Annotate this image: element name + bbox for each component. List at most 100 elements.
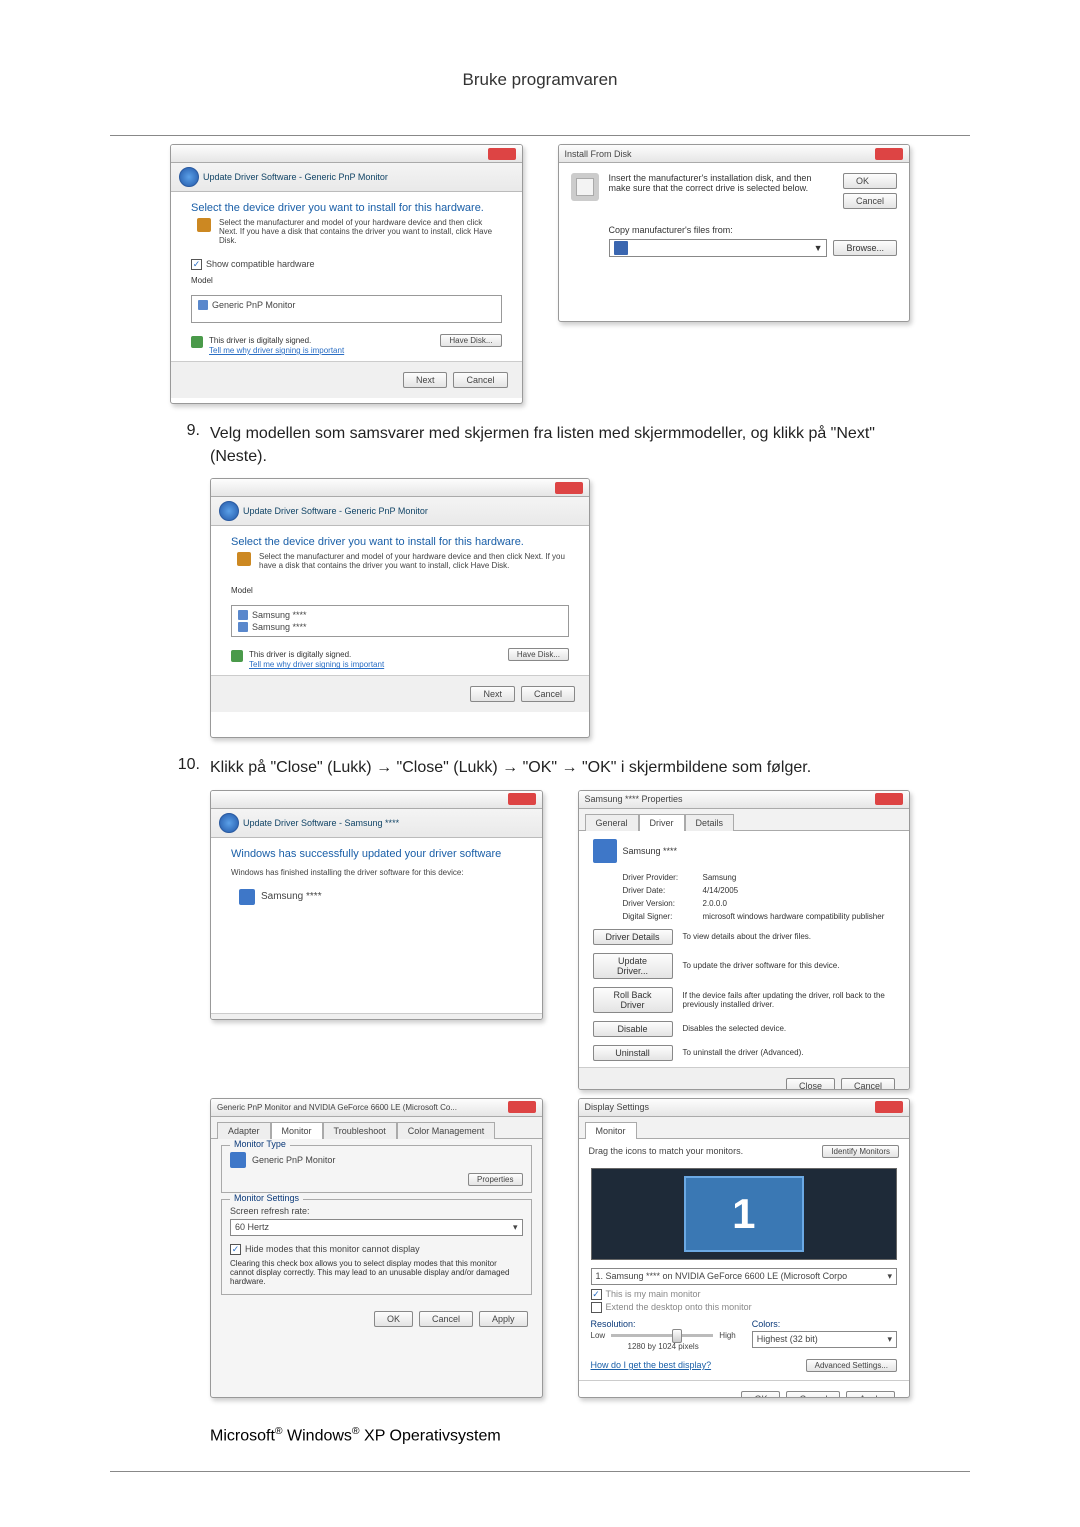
show-compatible-checkbox[interactable]: ✓ Show compatible hardware [191, 259, 502, 270]
model-label: Model [191, 276, 502, 285]
monitor-1[interactable]: 1 [684, 1176, 804, 1252]
ok-button[interactable]: OK [843, 173, 897, 189]
chevron-down-icon: ▾ [513, 1222, 518, 1233]
apply-button[interactable]: Apply [479, 1311, 528, 1327]
step-9: 9. Velg modellen som samsvarer med skjer… [170, 422, 910, 468]
wizard-subtext: Select the manufacturer and model of you… [171, 218, 522, 245]
label: Driver Provider: [623, 873, 703, 882]
model-list[interactable]: Generic PnP Monitor [191, 295, 502, 323]
cancel-button[interactable]: Cancel [843, 193, 897, 209]
colors-select[interactable]: Highest (32 bit)▾ [752, 1331, 897, 1348]
tab-monitor[interactable]: Monitor [271, 1122, 323, 1139]
cancel-button[interactable]: Cancel [419, 1311, 473, 1327]
identify-monitors-button[interactable]: Identify Monitors [822, 1145, 899, 1158]
update-driver-button[interactable]: Update Driver... [593, 953, 673, 979]
next-button[interactable]: Next [470, 686, 515, 702]
list-item[interactable]: Samsung **** [238, 621, 562, 633]
monitor-icon [238, 610, 248, 620]
apply-button[interactable]: Apply [846, 1391, 895, 1398]
refresh-rate-select[interactable]: 60 Hertz▾ [230, 1219, 523, 1236]
drive-icon [614, 241, 628, 255]
have-disk-button[interactable]: Have Disk... [508, 648, 569, 661]
back-icon[interactable] [179, 167, 199, 187]
resolution-slider[interactable]: Low High [591, 1331, 736, 1340]
tabs: Monitor [579, 1117, 910, 1139]
tab-color[interactable]: Color Management [397, 1122, 496, 1139]
tab-troubleshoot[interactable]: Troubleshoot [323, 1122, 397, 1139]
breadcrumb: Update Driver Software - Generic PnP Mon… [171, 163, 522, 192]
install-from-disk-dialog: Install From Disk Insert the manufacture… [558, 144, 911, 322]
monitor-icon [238, 622, 248, 632]
step-10: 10. Klikk på "Close" (Lukk) → "Close" (L… [170, 756, 910, 779]
signing-link[interactable]: Tell me why driver signing is important [249, 660, 384, 669]
tab-adapter[interactable]: Adapter [217, 1122, 271, 1139]
value: 4/14/2005 [703, 886, 896, 895]
checkbox-icon: ✓ [191, 259, 202, 270]
step-text: Velg modellen som samsvarer med skjermen… [210, 422, 910, 468]
cancel-button[interactable]: Cancel [786, 1391, 840, 1398]
divider [110, 1471, 970, 1472]
wizard-buttons: Close [211, 1013, 542, 1020]
monitor-select[interactable]: 1. Samsung **** on NVIDIA GeForce 6600 L… [591, 1268, 898, 1285]
close-icon[interactable] [555, 482, 583, 494]
properties-button[interactable]: Properties [468, 1173, 522, 1186]
titlebar: Display Settings [579, 1099, 910, 1117]
checkbox-icon: ✓ [591, 1289, 602, 1300]
dialog-title: Samsung **** Properties [585, 794, 683, 804]
advanced-settings-button[interactable]: Advanced Settings... [806, 1359, 897, 1372]
desc: If the device fails after updating the d… [683, 991, 896, 1009]
checkbox-icon: ✓ [230, 1244, 241, 1255]
disable-button[interactable]: Disable [593, 1021, 673, 1037]
close-icon[interactable] [508, 1101, 536, 1113]
drag-hint: Drag the icons to match your monitors. [589, 1146, 744, 1156]
close-icon[interactable] [875, 1101, 903, 1113]
wizard-done: Update Driver Software - Samsung **** Wi… [210, 790, 543, 1020]
breadcrumb-text: Update Driver Software - Generic PnP Mon… [203, 172, 388, 182]
list-item[interactable]: Samsung **** [238, 609, 562, 621]
cancel-button[interactable]: Cancel [453, 372, 507, 388]
have-disk-button[interactable]: Have Disk... [440, 334, 501, 347]
cancel-button[interactable]: Cancel [841, 1078, 895, 1090]
tab-general[interactable]: General [585, 814, 639, 831]
back-icon[interactable] [219, 501, 239, 521]
titlebar: Samsung **** Properties [579, 791, 910, 809]
tab-driver[interactable]: Driver [639, 814, 685, 831]
hide-modes-checkbox[interactable]: ✓Hide modes that this monitor cannot dis… [230, 1244, 523, 1255]
dialog-message: Insert the manufacturer's installation d… [609, 173, 833, 193]
close-icon[interactable] [508, 793, 536, 805]
group-title: Monitor Type [230, 1139, 290, 1149]
wizard-subtext: Windows has finished installing the driv… [211, 864, 542, 881]
close-button[interactable]: Close [786, 1078, 835, 1090]
wizard-buttons: Next Cancel [211, 675, 589, 712]
close-icon[interactable] [488, 148, 516, 160]
browse-button[interactable]: Browse... [833, 240, 897, 256]
signing-link[interactable]: Tell me why driver signing is important [209, 346, 344, 355]
value: microsoft windows hardware compatibility… [703, 912, 896, 921]
page-title: Bruke programvaren [110, 70, 970, 90]
chevron-down-icon[interactable]: ▼ [814, 243, 823, 253]
titlebar [211, 479, 589, 497]
list-item[interactable]: Generic PnP Monitor [198, 299, 495, 311]
path-combo[interactable]: ▼ [609, 239, 828, 257]
monitor-arena[interactable]: 1 [591, 1168, 898, 1260]
driver-details-button[interactable]: Driver Details [593, 929, 673, 945]
tab-monitor[interactable]: Monitor [585, 1122, 637, 1139]
desc: To uninstall the driver (Advanced). [683, 1048, 896, 1057]
close-icon[interactable] [875, 148, 903, 160]
titlebar: Generic PnP Monitor and NVIDIA GeForce 6… [211, 1099, 542, 1117]
model-list[interactable]: Samsung **** Samsung **** [231, 605, 569, 637]
dialog-title: Generic PnP Monitor and NVIDIA GeForce 6… [217, 1103, 457, 1112]
uninstall-button[interactable]: Uninstall [593, 1045, 673, 1061]
best-display-link[interactable]: How do I get the best display? [591, 1360, 712, 1370]
tab-details[interactable]: Details [685, 814, 735, 831]
slider-knob[interactable] [672, 1329, 682, 1343]
next-button[interactable]: Next [403, 372, 448, 388]
cancel-button[interactable]: Cancel [521, 686, 575, 702]
ok-button[interactable]: OK [374, 1311, 413, 1327]
ok-button[interactable]: OK [741, 1391, 780, 1398]
shield-icon [231, 650, 243, 662]
close-icon[interactable] [875, 793, 903, 805]
dialog-buttons: Close Cancel [579, 1067, 910, 1090]
back-icon[interactable] [219, 813, 239, 833]
rollback-driver-button[interactable]: Roll Back Driver [593, 987, 673, 1013]
